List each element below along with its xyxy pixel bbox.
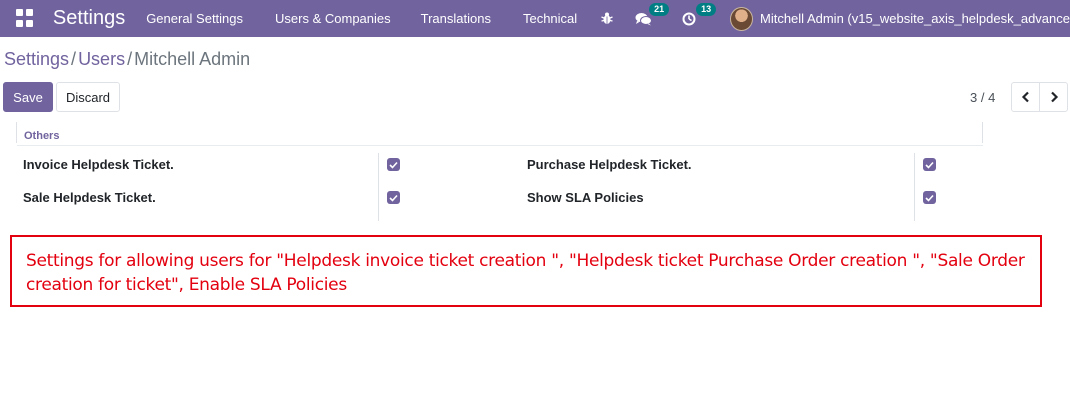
checkmark-icon xyxy=(389,194,398,202)
menu-technical[interactable]: Technical xyxy=(523,11,577,26)
bug-icon xyxy=(601,12,613,24)
menu-translations[interactable]: Translations xyxy=(421,11,491,26)
chevron-right-icon xyxy=(1050,91,1058,103)
activities-count-badge: 13 xyxy=(696,3,717,16)
column-separator xyxy=(914,153,915,221)
apps-grid-icon[interactable] xyxy=(16,8,35,29)
menu-users-companies[interactable]: Users & Companies xyxy=(275,11,391,26)
checkbox-purchase-helpdesk-ticket[interactable] xyxy=(923,158,936,171)
section-divider xyxy=(17,145,983,146)
user-avatar[interactable] xyxy=(730,6,753,31)
checkbox-invoice-helpdesk-ticket[interactable] xyxy=(387,158,400,171)
sheet-border-left xyxy=(16,122,17,143)
messages-count-badge: 21 xyxy=(649,3,670,16)
breadcrumb: Settings / Users / Mitchell Admin xyxy=(4,49,250,70)
messaging-menu[interactable]: 21 xyxy=(635,0,670,37)
pager-value[interactable]: 3 / 4 xyxy=(970,90,995,105)
annotation-box: Settings for allowing users for "Helpdes… xyxy=(10,235,1042,307)
checkbox-sale-helpdesk-ticket[interactable] xyxy=(387,191,400,204)
save-button[interactable]: Save xyxy=(3,82,53,112)
clock-icon xyxy=(682,12,696,25)
breadcrumb-users[interactable]: Users xyxy=(78,49,125,69)
checkmark-icon xyxy=(925,194,934,202)
checkbox-show-sla-policies[interactable] xyxy=(923,191,936,204)
annotation-text: Settings for allowing users for "Helpdes… xyxy=(26,251,1025,295)
user-menu[interactable]: Mitchell Admin (v15_website_axis_helpdes… xyxy=(760,11,1070,26)
app-brand[interactable]: Settings xyxy=(53,7,125,30)
menu-general-settings[interactable]: General Settings xyxy=(146,11,243,26)
breadcrumb-current: Mitchell Admin xyxy=(134,49,251,69)
breadcrumb-settings[interactable]: Settings xyxy=(4,49,69,69)
debug-menu[interactable] xyxy=(601,0,613,37)
pager-previous-button[interactable] xyxy=(1011,82,1040,112)
top-navbar: Settings General Settings Users & Compan… xyxy=(0,0,1070,37)
breadcrumb-separator: / xyxy=(127,49,133,69)
checkmark-icon xyxy=(389,161,398,169)
field-label-purchase-helpdesk-ticket: Purchase Helpdesk Ticket. xyxy=(527,157,692,172)
chevron-left-icon xyxy=(1021,91,1029,103)
column-separator xyxy=(378,153,379,221)
pager-next-button[interactable] xyxy=(1039,82,1068,112)
field-label-invoice-helpdesk-ticket: Invoice Helpdesk Ticket. xyxy=(23,157,174,172)
breadcrumb-separator: / xyxy=(71,49,77,69)
section-title-others: Others xyxy=(24,130,60,142)
field-label-sale-helpdesk-ticket: Sale Helpdesk Ticket. xyxy=(23,190,156,205)
field-label-show-sla-policies: Show SLA Policies xyxy=(527,190,644,205)
discard-button[interactable]: Discard xyxy=(56,82,120,112)
activity-menu[interactable]: 13 xyxy=(682,0,717,37)
sheet-border-right xyxy=(982,122,983,143)
checkmark-icon xyxy=(925,161,934,169)
